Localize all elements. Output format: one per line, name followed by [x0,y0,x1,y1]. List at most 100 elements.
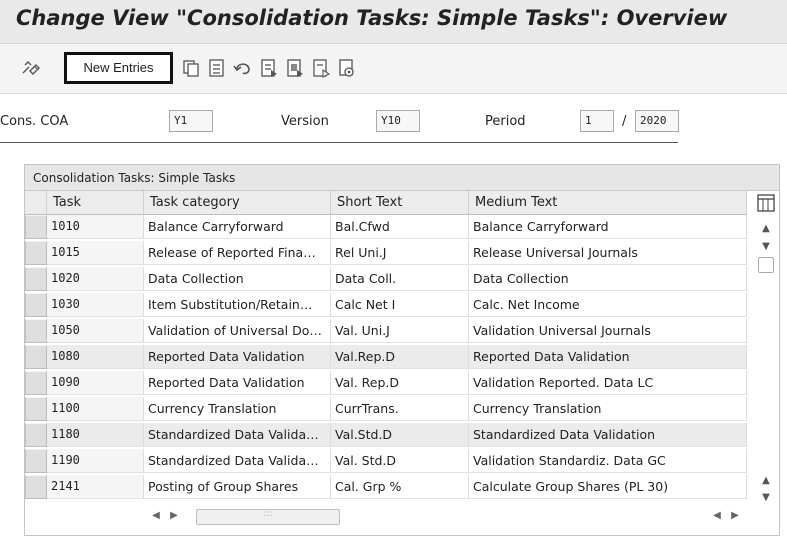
selection-criteria: Cons. COA Y1 Version Y10 Period 1 / 2020 [0,94,787,156]
config-icon[interactable] [336,57,358,79]
version-field[interactable]: Y10 [376,110,420,132]
select-all-rows[interactable] [25,191,47,215]
table-row[interactable]: 1010 Balance Carryforward Bal.Cfwd Balance … [25,215,747,239]
column-header-task[interactable]: Task [47,191,144,215]
cell-task: 1100 [47,397,144,421]
new-entries-button[interactable]: New Entries [64,52,173,84]
table-caption: Consolidation Tasks: Simple Tasks [25,165,779,191]
table-row[interactable]: 1080 Reported Data Validation Val.Rep.D Rep… [25,345,747,369]
cell-short-text[interactable]: Val.Std.D [331,423,469,447]
row-selector[interactable] [25,397,47,421]
cell-medium-text[interactable]: Release Universal Journals [469,241,747,265]
cell-short-text[interactable]: Val. Rep.D [331,371,469,395]
table-row[interactable]: 1190 Standardized Data Valida… Val. Std.D V… [25,449,747,473]
cell-task-category[interactable]: Validation of Universal Do… [144,319,331,343]
vertical-scrollbar[interactable]: ▲ ▼ ▲ ▼ [753,191,779,507]
cell-task-category[interactable]: Reported Data Validation [144,345,331,369]
row-selector[interactable] [25,241,47,265]
cell-task-category[interactable]: Posting of Group Shares [144,475,331,499]
table-row[interactable]: 1180 Standardized Data Valida… Val.Std.D St… [25,423,747,447]
row-selector[interactable] [25,449,47,473]
scroll-left-icon[interactable]: ◀ [150,510,162,521]
table-row[interactable]: 1090 Reported Data Validation Val. Rep.D Va… [25,371,747,395]
cell-medium-text[interactable]: Validation Universal Journals [469,319,747,343]
page-down-icon[interactable]: ▼ [758,490,774,506]
cell-short-text[interactable]: Val. Uni.J [331,319,469,343]
cell-medium-text[interactable]: Standardized Data Validation [469,423,747,447]
cell-medium-text[interactable]: Validation Reported. Data LC [469,371,747,395]
row-selector[interactable] [25,293,47,317]
cell-medium-text[interactable]: Calculate Group Shares (PL 30) [469,475,747,499]
scroll-right-icon[interactable]: ▶ [729,510,741,521]
row-selector[interactable] [25,267,47,291]
application-toolbar: New Entries [0,44,787,94]
row-selector[interactable] [25,345,47,369]
cell-medium-text[interactable]: Calc. Net Income [469,293,747,317]
select-block-icon[interactable] [284,57,306,79]
cell-task: 1030 [47,293,144,317]
cell-task: 1190 [47,449,144,473]
cell-task-category[interactable]: Data Collection [144,267,331,291]
undo-icon[interactable] [232,57,254,79]
cell-task-category[interactable]: Item Substitution/Retain… [144,293,331,317]
cell-medium-text[interactable]: Reported Data Validation [469,345,747,369]
table-row[interactable]: 1050 Validation of Universal Do… Val. Uni.… [25,319,747,343]
cell-short-text[interactable]: Bal.Cfwd [331,215,469,239]
period-field[interactable]: 1 [580,110,614,132]
cell-short-text[interactable]: Rel Uni.J [331,241,469,265]
scroll-thumb[interactable] [758,257,774,273]
table-row[interactable]: 1020 Data Collection Data Coll. Data Collec… [25,267,747,291]
copy-icon[interactable] [180,57,202,79]
cell-task: 1020 [47,267,144,291]
cell-task-category[interactable]: Balance Carryforward [144,215,331,239]
cell-medium-text[interactable]: Validation Standardiz. Data GC [469,449,747,473]
horizontal-scroll-thumb[interactable]: ::: [196,509,340,525]
cell-short-text[interactable]: Val. Std.D [331,449,469,473]
deselect-all-icon[interactable] [310,57,332,79]
cons-coa-field[interactable]: Y1 [169,110,213,132]
row-selector[interactable] [25,475,47,499]
cell-medium-text[interactable]: Currency Translation [469,397,747,421]
scroll-up-icon[interactable]: ▲ [758,221,774,237]
scroll-left-icon[interactable]: ◀ [711,510,723,521]
table-settings-icon[interactable] [757,194,775,212]
cell-short-text[interactable]: Data Coll. [331,267,469,291]
table-row[interactable]: 1100 Currency Translation CurrTrans. Curren… [25,397,747,421]
page-title: Change View "Consolidation Tasks: Simple… [16,6,728,30]
delete-icon[interactable] [206,57,228,79]
row-selector[interactable] [25,371,47,395]
cell-medium-text[interactable]: Balance Carryforward [469,215,747,239]
scroll-right-icon[interactable]: ▶ [168,510,180,521]
column-header-short-text[interactable]: Short Text [331,191,469,215]
column-header-task-category[interactable]: Task category [144,191,331,215]
table-row[interactable]: 2141 Posting of Group Shares Cal. Grp % Cal… [25,475,747,499]
cell-task-category[interactable]: Release of Reported Fina… [144,241,331,265]
cell-task-category[interactable]: Standardized Data Valida… [144,423,331,447]
scroll-down-icon[interactable]: ▼ [758,239,774,255]
year-field[interactable]: 2020 [635,110,679,132]
display-change-icon[interactable] [20,57,42,79]
row-selector[interactable] [25,215,47,239]
version-label: Version [281,114,329,129]
row-selector[interactable] [25,423,47,447]
column-header-medium-text[interactable]: Medium Text [469,191,747,215]
cell-short-text[interactable]: Cal. Grp % [331,475,469,499]
cell-short-text[interactable]: CurrTrans. [331,397,469,421]
cell-short-text[interactable]: Val.Rep.D [331,345,469,369]
page-up-icon[interactable]: ▲ [758,473,774,489]
cell-task: 2141 [47,475,144,499]
cell-task-category[interactable]: Standardized Data Valida… [144,449,331,473]
tasks-table: Consolidation Tasks: Simple Tasks Task T… [24,164,780,536]
horizontal-scrollbar-left[interactable]: ◀ ▶ ::: [144,507,344,529]
cell-task-category[interactable]: Currency Translation [144,397,331,421]
table-row[interactable]: 1015 Release of Reported Fina… Rel Uni.J Re… [25,241,747,265]
row-selector[interactable] [25,319,47,343]
cell-task: 1090 [47,371,144,395]
cell-short-text[interactable]: Calc Net I [331,293,469,317]
divider [0,142,678,143]
table-row[interactable]: 1030 Item Substitution/Retain… Calc Net IC… [25,293,747,317]
select-all-icon[interactable] [258,57,280,79]
cell-medium-text[interactable]: Data Collection [469,267,747,291]
cell-task-category[interactable]: Reported Data Validation [144,371,331,395]
horizontal-scrollbar-right[interactable]: ◀ ▶ [705,507,749,529]
